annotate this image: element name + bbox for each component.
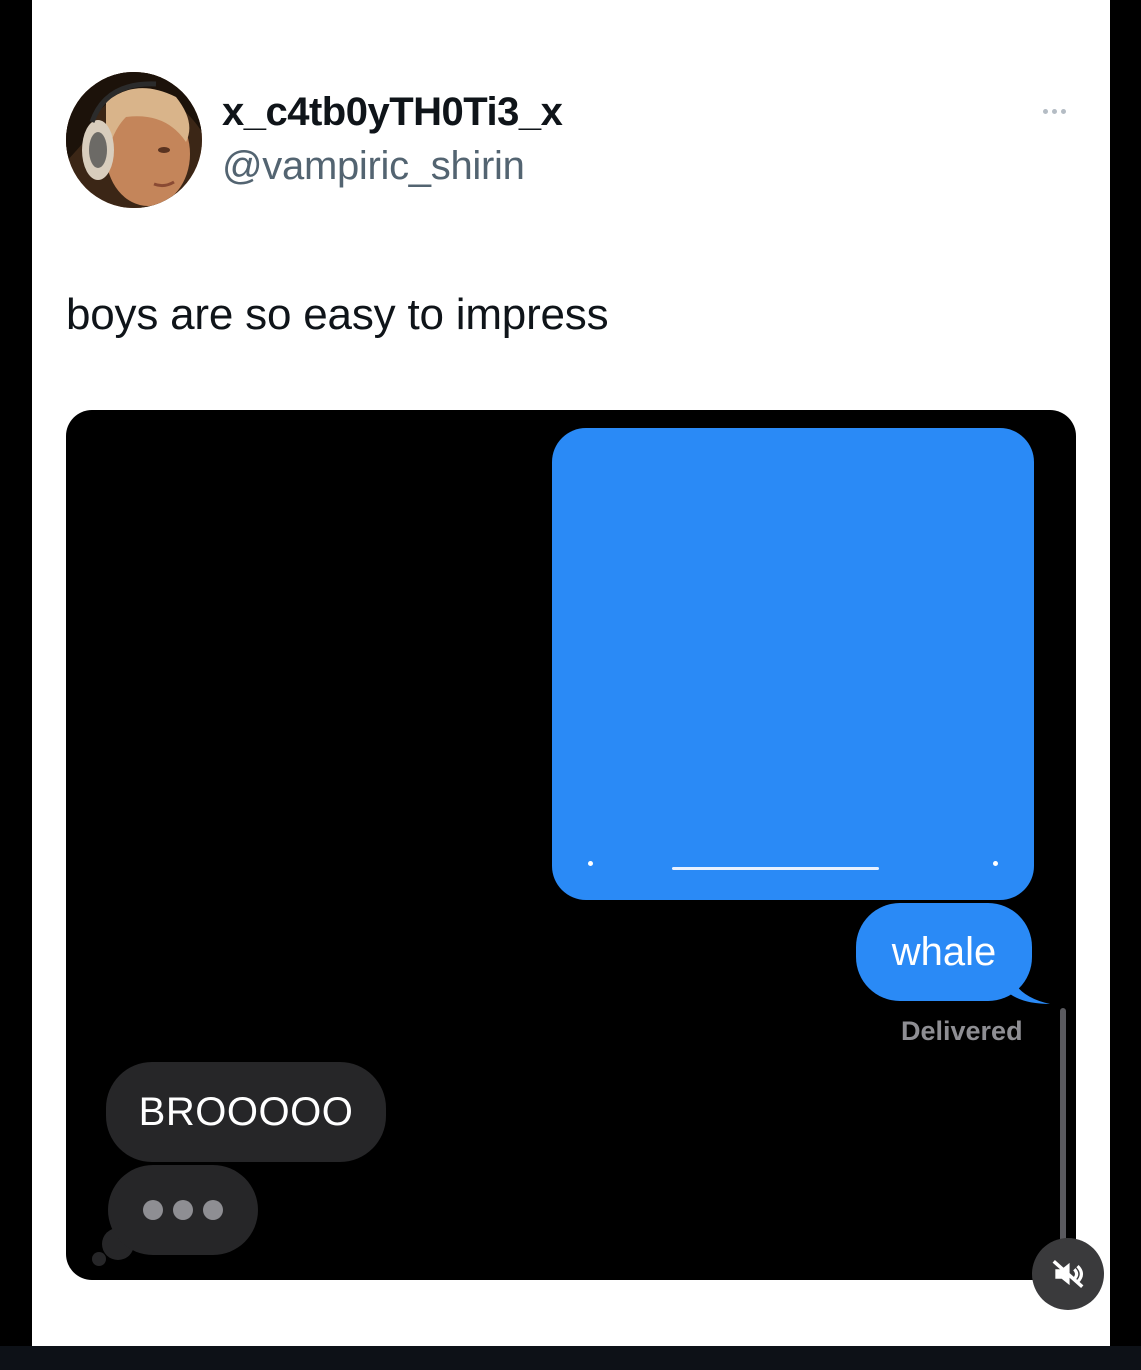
- bottom-bar: [0, 1346, 1141, 1370]
- bubble-tail: [1010, 970, 1050, 1004]
- mute-toggle-button[interactable]: [1032, 1238, 1104, 1310]
- post-media-video[interactable]: whale Delivered BROOOOO: [66, 410, 1076, 1280]
- avatar[interactable]: [66, 72, 202, 208]
- typing-dot: [203, 1200, 223, 1220]
- speaker-muted-icon: [1052, 1260, 1084, 1288]
- more-options-button[interactable]: [1032, 96, 1076, 126]
- more-horizontal-icon: [1042, 108, 1048, 114]
- user-handle[interactable]: @vampiric_shirin: [222, 144, 525, 189]
- post-card: x_c4tb0yTH0Ti3_x @vampiric_shirin boys a…: [32, 0, 1110, 1346]
- avatar-image: [66, 72, 202, 208]
- typing-indicator: [108, 1165, 258, 1255]
- scrollbar[interactable]: [1060, 1008, 1066, 1270]
- delivered-status: Delivered: [901, 1016, 1023, 1046]
- received-message-bubble: BROOOOO: [106, 1062, 386, 1162]
- sent-image-bubble: [552, 428, 1034, 900]
- typing-dot: [143, 1200, 163, 1220]
- typing-dot: [173, 1200, 193, 1220]
- display-name[interactable]: x_c4tb0yTH0Ti3_x: [222, 90, 563, 135]
- sent-message-bubble: whale: [856, 903, 1032, 1001]
- post-text: boys are so easy to impress: [66, 290, 609, 339]
